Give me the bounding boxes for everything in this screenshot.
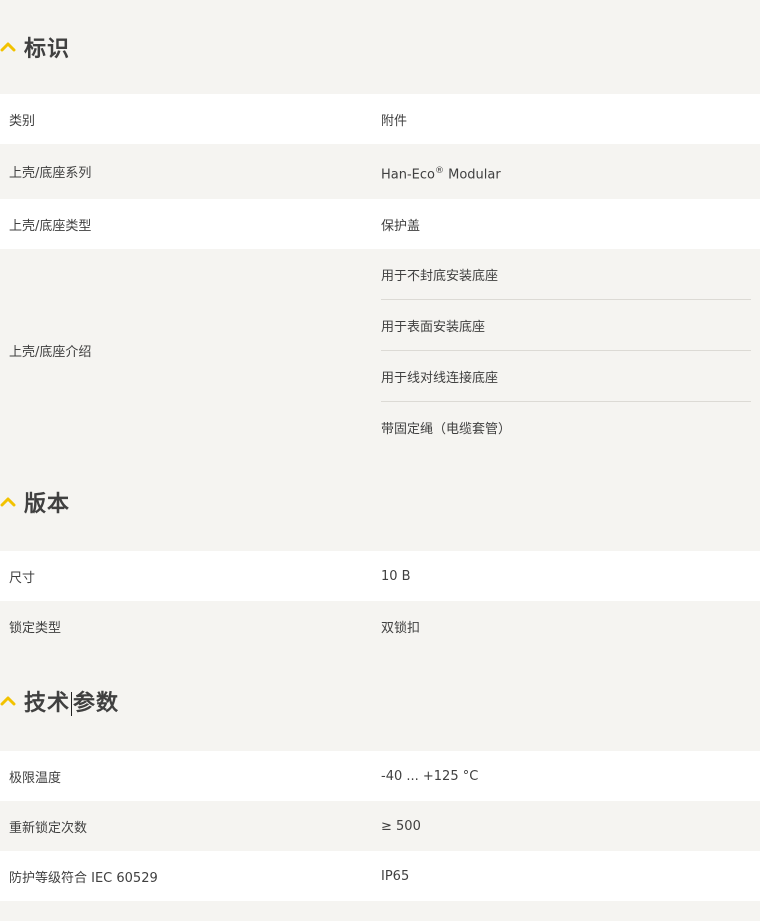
spec-row-size: 尺寸 10 B: [0, 551, 760, 601]
list-item: 带固定绳（电缆套管）: [381, 421, 512, 437]
spec-value: 附件: [381, 113, 408, 129]
spec-label: 锁定类型: [9, 620, 62, 636]
spec-row-description: 上壳/底座介绍 用于不封底安装底座 用于表面安装底座 用于线对线连接底座 带固定…: [0, 249, 760, 452]
spec-value: 保护盖: [381, 218, 421, 234]
spec-row-category: 类别 附件: [0, 94, 760, 144]
chevron-up-icon[interactable]: [0, 39, 16, 55]
spec-value-list: 用于不封底安装底座 用于表面安装底座 用于线对线连接底座 带固定绳（电缆套管）: [381, 249, 760, 452]
section-title-part: 技术: [24, 691, 71, 716]
list-item: 用于不封底安装底座: [381, 249, 751, 300]
spec-row-series: 上壳/底座系列 Han-Eco® Modular: [0, 144, 760, 199]
chevron-up-icon[interactable]: [0, 494, 16, 510]
list-item: 用于线对线连接底座: [381, 351, 751, 402]
spec-row-lock-type: 锁定类型 双锁扣: [0, 601, 760, 651]
spec-label: 上壳/底座介绍: [9, 345, 92, 360]
spec-value: IP65: [381, 868, 410, 884]
section-title: 标识: [24, 37, 71, 62]
spec-label: 防护等级符合 IEC 60529: [9, 870, 158, 886]
section-tail: [0, 901, 760, 920]
section-header-technical[interactable]: 技术 参数: [0, 651, 760, 751]
registered-mark: ®: [435, 166, 444, 177]
section-title-part: 参数: [73, 691, 120, 716]
spec-label: 尺寸: [9, 570, 36, 586]
spec-value: -40 ... +125 °C: [381, 768, 479, 784]
section-header-version[interactable]: 版本: [0, 452, 760, 551]
spec-value: Han-Eco® Modular: [381, 160, 760, 182]
spec-value: 10 B: [381, 568, 411, 584]
spec-row-type: 上壳/底座类型 保护盖: [0, 199, 760, 249]
spec-label: 上壳/底座类型: [9, 218, 92, 234]
spec-row-protection: 防护等级符合 IEC 60529 IP65: [0, 851, 760, 901]
section-title: 版本: [24, 491, 71, 517]
spec-row-relock-cycles: 重新锁定次数 ≥ 500: [0, 801, 760, 851]
spec-value: ≥ 500: [381, 818, 421, 834]
section-title: 技术 参数: [24, 685, 119, 717]
spec-label: 极限温度: [9, 770, 62, 786]
spec-row-temperature: 极限温度 -40 ... +125 °C: [0, 751, 760, 801]
chevron-up-icon[interactable]: [0, 693, 16, 709]
series-suffix: Modular: [444, 167, 501, 183]
spec-value: 双锁扣: [381, 620, 421, 636]
list-item: 用于表面安装底座: [381, 300, 751, 351]
spec-label: 上壳/底座系列: [9, 166, 92, 181]
text-cursor: [71, 692, 73, 716]
spec-label: 重新锁定次数: [9, 820, 88, 836]
section-header-identification[interactable]: 标识: [0, 0, 760, 94]
series-name: Han-Eco: [381, 167, 435, 183]
spec-label: 类别: [9, 113, 36, 129]
